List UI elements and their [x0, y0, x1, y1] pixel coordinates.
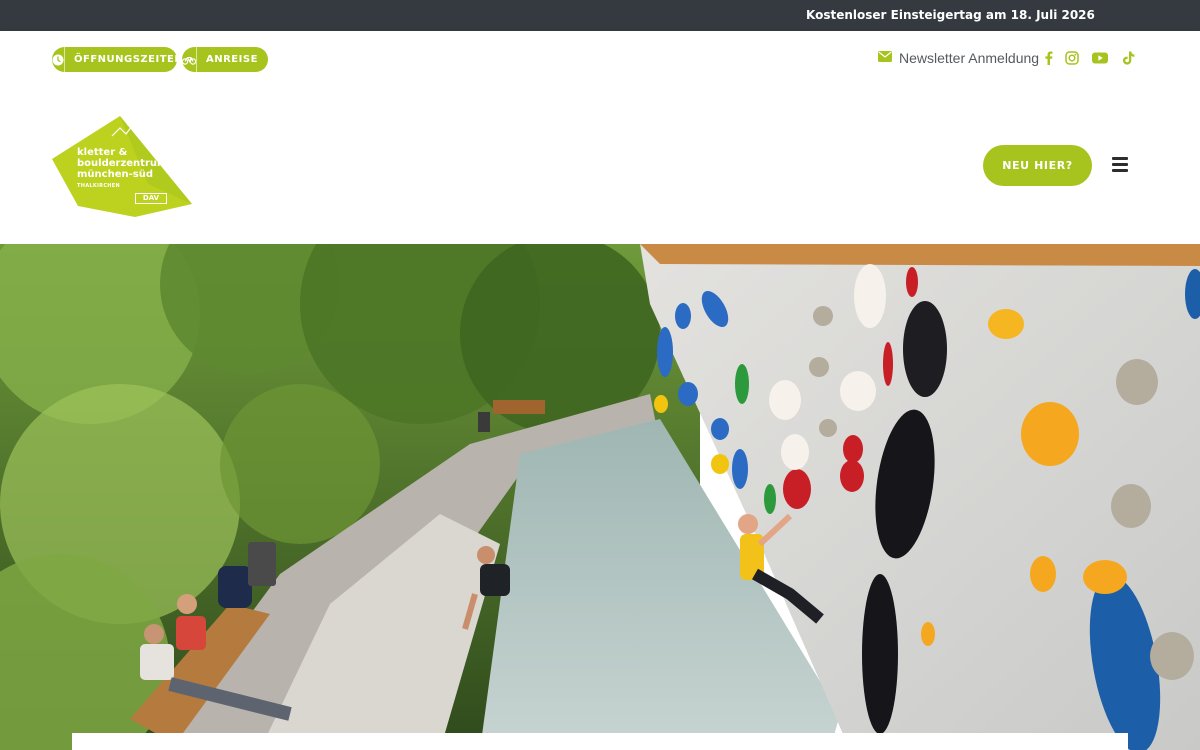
envelope-icon [878, 49, 892, 67]
newsletter-label: Newsletter Anmeldung [899, 50, 1040, 66]
logo-line-4: THALKIRCHEN [77, 183, 120, 189]
site-logo[interactable]: kletter & boulderzentrum münchen-süd THA… [50, 114, 195, 218]
new-here-button[interactable]: Neu hier? [983, 145, 1092, 186]
bicycle-icon [182, 47, 197, 72]
directions-label: Anreise [206, 54, 258, 65]
tiktok-icon[interactable] [1120, 50, 1136, 66]
content-card [72, 733, 1128, 750]
new-here-label: Neu hier? [1002, 159, 1073, 172]
logo-line-3: münchen-süd [77, 169, 153, 180]
youtube-icon[interactable] [1092, 50, 1108, 66]
announcement-text[interactable]: Kostenloser Einsteigertag am 18. Juli 20… [806, 8, 1095, 22]
newsletter-link[interactable]: Newsletter Anmeldung [878, 49, 1039, 67]
utility-bar: Öffnungszeiten Anreise Newsletter Anmeld… [0, 31, 1200, 87]
hero-image [0, 244, 1200, 750]
instagram-icon[interactable] [1064, 50, 1080, 66]
hamburger-menu-icon[interactable] [1110, 155, 1130, 173]
dav-badge: DAV [135, 193, 167, 204]
logo-line-2: boulderzentrum [77, 158, 168, 169]
clock-icon [52, 47, 65, 72]
announcement-bar: Kostenloser Einsteigertag am 18. Juli 20… [0, 0, 1200, 31]
hero-illustration [0, 244, 1200, 750]
facebook-icon[interactable] [1040, 50, 1056, 66]
directions-button[interactable]: Anreise [182, 47, 268, 72]
opening-hours-button[interactable]: Öffnungszeiten [52, 47, 183, 72]
opening-hours-label: Öffnungszeiten [74, 54, 184, 65]
logo-line-1: kletter & [77, 147, 128, 158]
site-header: kletter & boulderzentrum münchen-süd THA… [0, 87, 1200, 244]
